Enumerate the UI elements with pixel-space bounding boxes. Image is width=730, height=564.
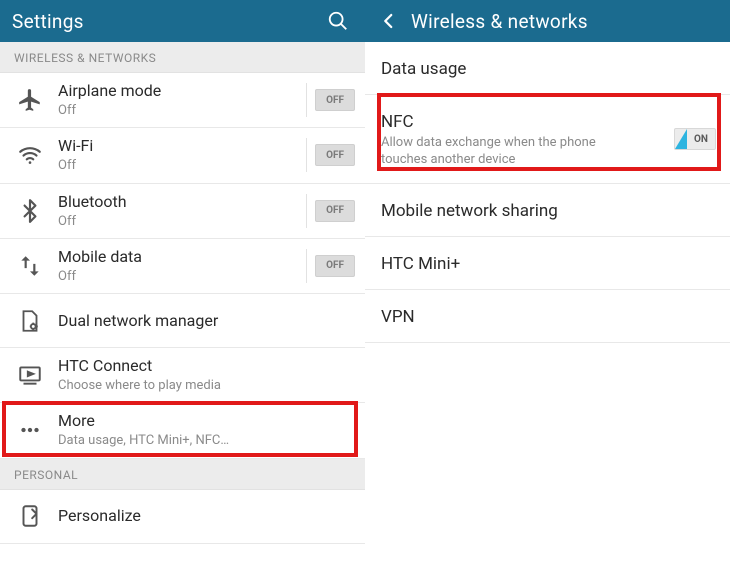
divider — [306, 138, 307, 172]
mobile-data-label: Mobile data — [58, 247, 298, 267]
wireless-appbar: Wireless & networks — [365, 0, 730, 42]
vpn-label: VPN — [381, 306, 714, 328]
airplane-icon — [8, 87, 52, 113]
row-airplane-mode[interactable]: Airplane mode Off OFF — [0, 73, 365, 128]
nfc-toggle[interactable]: ON — [674, 128, 716, 150]
row-mobile-network-sharing[interactable]: Mobile network sharing — [365, 184, 730, 237]
more-icon — [8, 417, 52, 443]
settings-title: Settings — [12, 10, 84, 33]
more-sub: Data usage, HTC Mini+, NFC… — [58, 433, 355, 449]
mobile-data-icon — [8, 253, 52, 279]
nfc-toggle-label: ON — [687, 134, 715, 145]
htc-connect-icon — [8, 362, 52, 388]
airplane-status: Off — [58, 103, 298, 119]
divider — [306, 249, 307, 283]
sim-gear-icon — [8, 308, 52, 334]
row-nfc[interactable]: NFC Allow data exchange when the phone t… — [365, 95, 730, 184]
more-label: More — [58, 411, 355, 431]
row-mobile-data[interactable]: Mobile data Off OFF — [0, 239, 365, 294]
row-dual-network[interactable]: Dual network manager — [0, 294, 365, 348]
airplane-label: Airplane mode — [58, 81, 298, 101]
data-usage-label: Data usage — [381, 58, 714, 80]
search-button[interactable] — [323, 6, 353, 36]
wifi-status: Off — [58, 158, 298, 174]
personalize-icon — [8, 503, 52, 529]
wifi-toggle[interactable]: OFF — [315, 144, 355, 166]
settings-screen: Settings WIRELESS & NETWORKS Airplane mo… — [0, 0, 365, 564]
mns-label: Mobile network sharing — [381, 200, 714, 222]
chevron-left-icon — [380, 12, 398, 30]
mobile-data-status: Off — [58, 269, 298, 285]
section-personal: PERSONAL — [0, 459, 365, 490]
bluetooth-icon — [8, 198, 52, 224]
row-data-usage[interactable]: Data usage — [365, 42, 730, 95]
bluetooth-label: Bluetooth — [58, 192, 298, 212]
wifi-label: Wi-Fi — [58, 136, 298, 156]
wireless-networks-screen: Wireless & networks Data usage NFC Allow… — [365, 0, 730, 564]
row-wifi[interactable]: Wi-Fi Off OFF — [0, 128, 365, 183]
htc-connect-label: HTC Connect — [58, 356, 355, 376]
nfc-label: NFC — [381, 111, 660, 133]
row-vpn[interactable]: VPN — [365, 290, 730, 343]
row-more[interactable]: More Data usage, HTC Mini+, NFC… — [0, 403, 365, 458]
row-htc-connect[interactable]: HTC Connect Choose where to play media — [0, 348, 365, 403]
wifi-icon — [8, 142, 52, 168]
divider — [306, 194, 307, 228]
divider — [306, 83, 307, 117]
mobile-data-toggle[interactable]: OFF — [315, 255, 355, 277]
row-personalize[interactable]: Personalize — [0, 490, 365, 544]
section-wireless-networks: WIRELESS & NETWORKS — [0, 42, 365, 73]
bluetooth-toggle[interactable]: OFF — [315, 200, 355, 222]
dual-network-label: Dual network manager — [58, 311, 355, 331]
row-bluetooth[interactable]: Bluetooth Off OFF — [0, 184, 365, 239]
nfc-sub: Allow data exchange when the phone touch… — [381, 135, 621, 169]
bluetooth-status: Off — [58, 214, 298, 230]
airplane-toggle[interactable]: OFF — [315, 89, 355, 111]
htc-mini-label: HTC Mini+ — [381, 253, 714, 275]
wireless-title: Wireless & networks — [411, 10, 588, 33]
htc-connect-sub: Choose where to play media — [58, 378, 355, 394]
settings-appbar: Settings — [0, 0, 365, 42]
back-button[interactable] — [377, 6, 401, 36]
row-htc-mini[interactable]: HTC Mini+ — [365, 237, 730, 290]
search-icon — [327, 10, 349, 32]
personalize-label: Personalize — [58, 506, 355, 526]
